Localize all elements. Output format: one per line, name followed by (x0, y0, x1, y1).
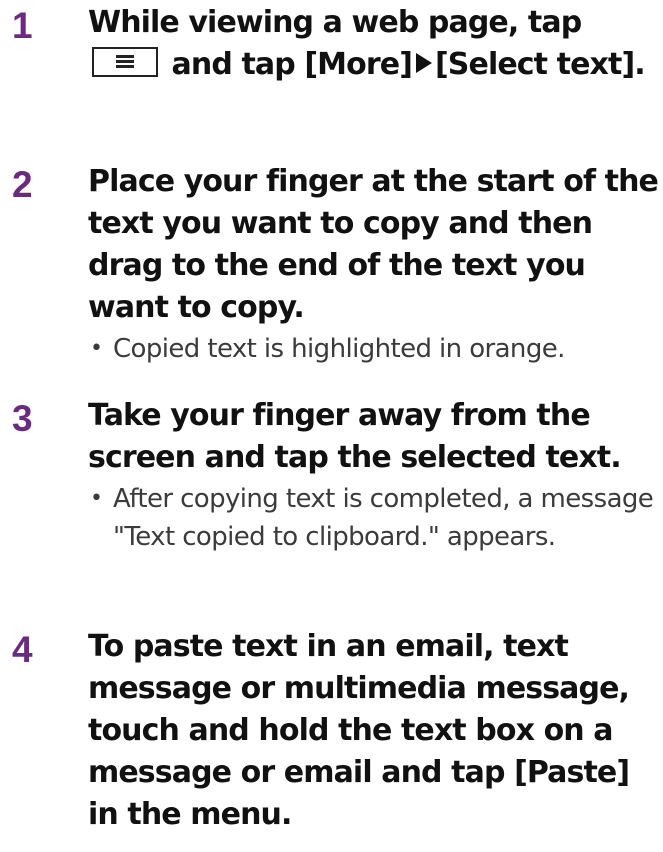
step-title: Take your finger away from the screen an… (88, 398, 622, 475)
step-title-part-2: and tap [More] (171, 47, 413, 82)
step-number: 4 (12, 629, 33, 670)
right-triangle-icon (416, 53, 432, 73)
instruction-page: 1 While viewing a web page, tap and tap … (0, 0, 663, 852)
step-title: To paste text in an email, text message … (88, 629, 630, 832)
step-body: Take your finger away from the screen an… (88, 395, 660, 556)
step-1: 1 While viewing a web page, tap and tap … (0, 2, 663, 152)
bullet-text: After copying text is completed, a messa… (113, 484, 654, 552)
step-title-part-1: While viewing a web page, tap (88, 5, 582, 40)
bullet-dot: • (90, 336, 103, 361)
step-body: To paste text in an email, text message … (88, 626, 660, 836)
menu-key-icon (92, 47, 158, 77)
step-title: While viewing a web page, tap and tap [M… (88, 2, 660, 86)
step-body: Place your finger at the start of the te… (88, 161, 660, 368)
bullet-note: • After copying text is completed, a mes… (88, 480, 660, 556)
step-3: 3 Take your finger away from the screen … (0, 395, 663, 615)
step-number: 3 (12, 398, 33, 439)
step-number: 2 (12, 164, 33, 205)
menu-lines-icon (116, 55, 134, 69)
bullet-dot: • (90, 486, 103, 511)
bullet-text: Copied text is highlighted in orange. (113, 334, 565, 364)
step-4: 4 To paste text in an email, text messag… (0, 626, 663, 846)
step-2: 2 Place your finger at the start of the … (0, 161, 663, 385)
step-title: Place your finger at the start of the te… (88, 164, 659, 325)
step-title-part-3: [Select text]. (435, 47, 646, 82)
bullet-note: • Copied text is highlighted in orange. (88, 330, 660, 368)
step-number: 1 (12, 5, 33, 46)
step-body: While viewing a web page, tap and tap [M… (88, 2, 660, 86)
